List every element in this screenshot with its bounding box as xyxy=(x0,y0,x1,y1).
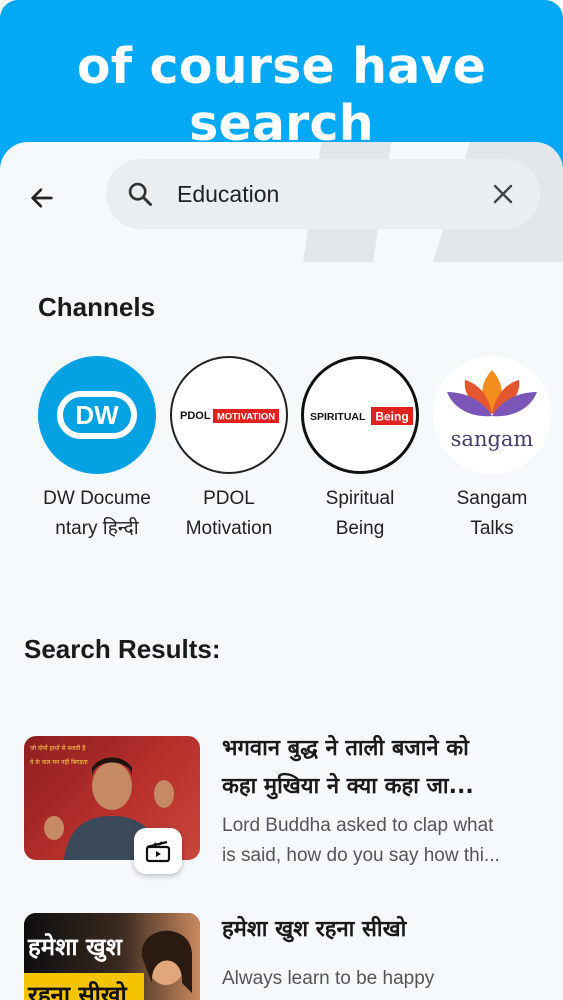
channel-name-line: ntary हिन्दी xyxy=(55,518,139,539)
spiritual-logo-text-a: SPIRITUAL xyxy=(310,411,366,423)
channel-name-line: Motivation xyxy=(185,518,273,539)
channels-heading: Channels xyxy=(38,292,156,322)
channel-name-line: PDOL xyxy=(203,488,255,509)
channel-name: PDOL Motivation xyxy=(163,484,295,544)
video-thumbnail: हमेशा खुश रहना सीखो xyxy=(24,913,200,1000)
result-description-line: Lord Buddha asked to clap what xyxy=(222,815,494,836)
dw-logo-icon: DW xyxy=(57,391,137,439)
search-bar[interactable] xyxy=(106,159,540,229)
channel-name-line: Being xyxy=(335,518,385,539)
channel-avatar: PDOL MOTIVATION xyxy=(170,356,288,474)
result-description-line: is said, how do you say how thi... xyxy=(222,845,500,866)
sangam-logo-text: sangam xyxy=(451,427,534,451)
promo-headline: of course have search xyxy=(76,38,487,152)
channel-spiritual-being[interactable]: SPIRITUAL Being Spiritual Being xyxy=(294,356,426,544)
thumbnail-caption: वे के कल मन नहीं बिगड़ता xyxy=(30,758,88,766)
channel-dw-documentary[interactable]: DW DW Docume ntary हिन्दी xyxy=(31,356,163,544)
channel-name-line: Sangam xyxy=(456,488,528,509)
search-result-item[interactable]: हमेशा खुश रहना सीखो हमेशा खुश रहना सीखो … xyxy=(24,913,544,1000)
spiritual-being-logo-icon: SPIRITUAL Being xyxy=(310,407,413,425)
search-input[interactable] xyxy=(177,177,467,211)
result-description-line: Always learn to be happy xyxy=(222,968,435,989)
channel-sangam-talks[interactable]: sangam Sangam Talks xyxy=(426,356,558,544)
lotus-logo-icon: sangam xyxy=(447,370,537,451)
result-title-line: कहा मुखिया ने क्या कहा जा... xyxy=(222,774,474,799)
channel-name: DW Docume ntary हिन्दी xyxy=(31,484,163,544)
channel-name-line: DW Docume xyxy=(43,488,151,509)
clip-badge xyxy=(134,828,182,874)
back-button[interactable] xyxy=(22,178,62,218)
result-title: हमेशा खुश रहना सीखो xyxy=(222,911,532,949)
arrow-left-icon xyxy=(31,188,53,208)
thumbnail-text: हमेशा खुश xyxy=(27,933,124,962)
search-icon xyxy=(128,182,152,206)
result-title-line: भगवान बुद्ध ने ताली बजाने को xyxy=(222,736,469,761)
close-icon xyxy=(493,184,513,204)
channel-name: Spiritual Being xyxy=(294,484,426,544)
result-title: भगवान बुद्ध ने ताली बजाने को कहा मुखिया … xyxy=(222,730,532,806)
thumbnail-text: रहना सीखो xyxy=(27,981,128,1000)
clear-search-button[interactable] xyxy=(488,179,518,209)
result-description: Always learn to be happy xyxy=(222,964,532,994)
result-title-line: हमेशा खुश रहना सीखो xyxy=(222,917,407,942)
channel-avatar: DW xyxy=(38,356,156,474)
channels-row: DW DW Docume ntary हिन्दी PDOL MOTIVATIO… xyxy=(0,356,563,556)
channel-pdol-motivation[interactable]: PDOL MOTIVATION PDOL Motivation xyxy=(163,356,295,544)
result-description: Lord Buddha asked to clap what is said, … xyxy=(222,811,532,871)
search-screen: Channels DW DW Docume ntary हिन्दी PDOL xyxy=(0,142,563,1000)
channel-avatar: SPIRITUAL Being xyxy=(301,356,419,474)
channel-name-line: Talks xyxy=(470,518,514,539)
pdol-logo-text-a: PDOL xyxy=(180,410,211,422)
search-results-heading: Search Results: xyxy=(24,634,221,664)
spiritual-logo-text-b: Being xyxy=(375,410,408,424)
channel-name: Sangam Talks xyxy=(426,484,558,544)
dw-logo-text: DW xyxy=(75,400,119,430)
channel-name-line: Spiritual xyxy=(325,488,395,509)
video-clip-icon xyxy=(145,840,171,863)
pdol-logo-text-b: MOTIVATION xyxy=(217,412,275,423)
thumbnail-caption: जो दोनों हाथों से बजती है xyxy=(30,744,86,752)
channel-avatar: sangam xyxy=(433,356,551,474)
search-result-item[interactable]: जो दोनों हाथों से बजती है वे के कल मन नह… xyxy=(24,736,544,876)
pdol-logo-icon: PDOL MOTIVATION xyxy=(180,409,279,423)
thumbnail-image: हमेशा खुश रहना सीखो xyxy=(24,913,200,1000)
